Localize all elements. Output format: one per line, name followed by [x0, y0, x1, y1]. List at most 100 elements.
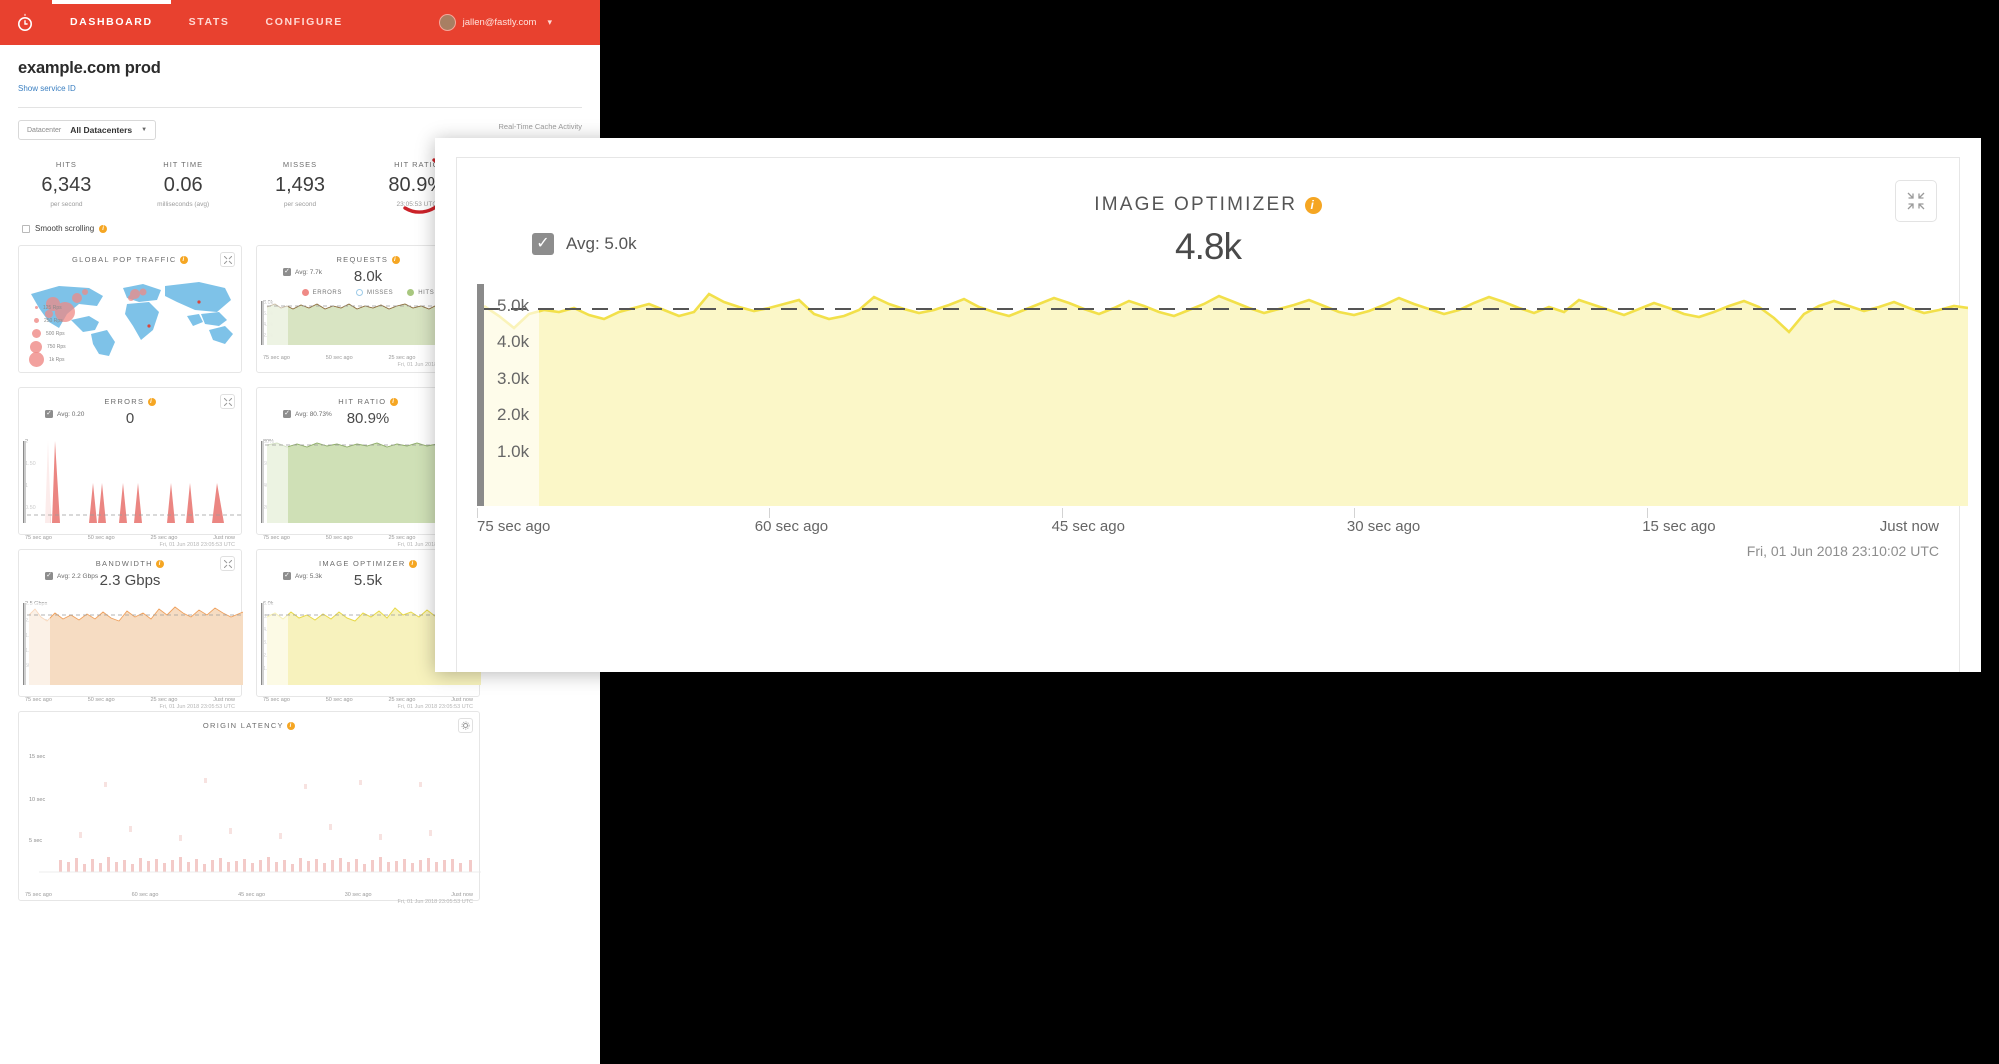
- info-icon[interactable]: i: [392, 256, 400, 264]
- card-title-text: ERRORS: [104, 397, 144, 406]
- stat-value: 6,343: [8, 174, 125, 197]
- expand-icon[interactable]: [220, 252, 235, 267]
- avg-label: Avg: 5.0k: [566, 234, 637, 254]
- nav-items: DASHBOARD STATS CONFIGURE: [52, 0, 361, 45]
- y-tick-label: 2.0k: [497, 405, 529, 425]
- stat-value: 1,493: [242, 174, 359, 197]
- card-errors: ERRORS i ✓ Avg: 0.20 0 2 1.50 1 0.50: [18, 387, 242, 535]
- modal-x-axis: 75 sec ago 60 sec ago 45 sec ago 30 sec …: [477, 518, 1939, 558]
- user-menu[interactable]: jallen@fastly.com ▾: [439, 0, 552, 45]
- stat-unit: per second: [242, 201, 359, 208]
- nav-item-configure[interactable]: CONFIGURE: [248, 0, 361, 45]
- chevron-down-icon[interactable]: ▼: [141, 127, 147, 133]
- datacenter-label: Datacenter: [27, 127, 61, 134]
- avg-checkbox[interactable]: ✓: [283, 410, 291, 418]
- info-icon[interactable]: i: [390, 398, 398, 406]
- stat-value: 0.06: [125, 174, 242, 197]
- stat-misses: MISSES 1,493 per second: [242, 160, 359, 208]
- datacenter-value: All Datacenters: [70, 125, 132, 135]
- avg-toggle[interactable]: ✓ Avg: 2.2 Gbps: [45, 572, 98, 580]
- top-navigation-bar: DASHBOARD STATS CONFIGURE jallen@fastly.…: [0, 0, 600, 45]
- info-icon[interactable]: i: [99, 225, 107, 233]
- service-header: example.com prod Show service ID: [0, 45, 600, 108]
- avg-toggle[interactable]: ✓ Avg: 5.3k: [283, 572, 322, 580]
- stat-label: HITS: [8, 160, 125, 169]
- chart-timestamp: Fri, 01 Jun 2018 23:05:53 UTC: [19, 541, 241, 548]
- page-title: example.com prod: [18, 59, 582, 78]
- screen: DASHBOARD STATS CONFIGURE jallen@fastly.…: [0, 0, 1999, 1064]
- modal-title-text: IMAGE OPTIMIZER: [1094, 194, 1297, 215]
- errors-chart: 2 1.50 1 0.50: [19, 441, 241, 533]
- chevron-down-icon[interactable]: ▾: [547, 17, 552, 28]
- card-title: ERRORS i: [19, 397, 241, 406]
- chart-timestamp: Fri, 01 Jun 2018 23:05:53 UTC: [19, 898, 479, 905]
- gear-icon[interactable]: [458, 718, 473, 733]
- x-axis: 75 sec ago 50 sec ago 25 sec ago Just no…: [19, 533, 241, 541]
- info-icon[interactable]: i: [148, 398, 156, 406]
- filter-row: Datacenter All Datacenters ▼ Real-Time C…: [0, 108, 600, 140]
- info-icon[interactable]: i: [156, 560, 164, 568]
- x-tick-label: 15 sec ago: [1642, 518, 1715, 535]
- card-title-text: GLOBAL POP TRAFFIC: [72, 255, 177, 264]
- modal-avg-toggle[interactable]: ✓ Avg: 5.0k: [532, 233, 637, 255]
- modal-chart: 5.0k 4.0k 3.0k 2.0k 1.0k: [477, 284, 1959, 506]
- legend-item: 500 Rps: [29, 327, 66, 340]
- avg-label: Avg: 80.73%: [295, 411, 332, 418]
- y-tick-label: 3.0k: [497, 369, 529, 389]
- card-title-text: ORIGIN LATENCY: [203, 721, 284, 730]
- avg-toggle[interactable]: ✓ Avg: 7.7k: [283, 268, 322, 276]
- info-icon[interactable]: i: [409, 560, 417, 568]
- legend-item-errors: ERRORS: [302, 289, 342, 296]
- x-tick-label: Just now: [1880, 518, 1939, 535]
- chart-left-bar: [477, 284, 484, 506]
- nav-item-dashboard[interactable]: DASHBOARD: [52, 0, 171, 45]
- avg-label: Avg: 5.3k: [295, 573, 322, 580]
- avg-checkbox[interactable]: ✓: [283, 572, 291, 580]
- x-tick-label: 45 sec ago: [1052, 518, 1125, 535]
- x-axis: 75 sec ago 50 sec ago 25 sec ago Just no…: [19, 695, 241, 703]
- image-optimizer-area-chart: [484, 284, 1968, 506]
- info-icon[interactable]: i: [287, 722, 295, 730]
- show-service-id-link[interactable]: Show service ID: [18, 84, 76, 93]
- card-title-text: IMAGE OPTIMIZER: [319, 559, 406, 568]
- smooth-scrolling-checkbox[interactable]: [22, 225, 30, 233]
- avg-checkbox[interactable]: ✓: [532, 233, 554, 255]
- avg-toggle[interactable]: ✓ Avg: 80.73%: [283, 410, 332, 418]
- modal-title: IMAGE OPTIMIZER i: [457, 194, 1959, 216]
- legend-item-misses: MISSES: [356, 289, 393, 296]
- stat-unit: per second: [8, 201, 125, 208]
- stat-hits: HITS 6,343 per second: [8, 160, 125, 208]
- card-origin-latency: ORIGIN LATENCY i 15 sec 10 sec 5 sec: [18, 711, 480, 901]
- chart-timestamp: Fri, 01 Jun 2018 23:05:53 UTC: [257, 703, 479, 710]
- avg-checkbox[interactable]: ✓: [45, 410, 53, 418]
- card-title-text: BANDWIDTH: [96, 559, 153, 568]
- modal-timestamp: Fri, 01 Jun 2018 23:10:02 UTC: [1747, 543, 1939, 559]
- avg-checkbox[interactable]: ✓: [45, 572, 53, 580]
- section-label-realtime-cache-activity: Real-Time Cache Activity: [499, 122, 583, 131]
- stat-label: HIT TIME: [125, 160, 242, 169]
- expand-icon[interactable]: [220, 394, 235, 409]
- card-global-pop-traffic: GLOBAL POP TRAFFIC i: [18, 245, 242, 373]
- expand-icon[interactable]: [220, 556, 235, 571]
- legend-item: 750 Rps: [29, 340, 66, 353]
- y-tick-label: 1.0k: [497, 442, 529, 462]
- card-title: ORIGIN LATENCY i: [19, 721, 479, 730]
- datacenter-select[interactable]: Datacenter All Datacenters ▼: [18, 120, 156, 140]
- x-axis: 75 sec ago 50 sec ago 25 sec ago Just no…: [257, 695, 479, 703]
- nav-item-stats[interactable]: STATS: [171, 0, 248, 45]
- y-tick-label: 5.0k: [497, 296, 529, 316]
- bandwidth-chart: 2.5 Gbps 2.0 Gbps 1.5 Gbps 1.0 Gbps 500.…: [19, 603, 241, 695]
- x-tick-label: 60 sec ago: [755, 518, 828, 535]
- modal-inner-panel: IMAGE OPTIMIZER i 4.8k ✓ Avg: 5.0k 5.0k: [456, 157, 1960, 672]
- avg-checkbox[interactable]: ✓: [283, 268, 291, 276]
- user-email: jallen@fastly.com: [463, 17, 537, 28]
- x-tick-label: 30 sec ago: [1347, 518, 1420, 535]
- info-icon[interactable]: i: [1305, 197, 1322, 214]
- avg-toggle[interactable]: ✓ Avg: 0.20: [45, 410, 84, 418]
- origin-latency-chart: 15 sec 10 sec 5 sec: [19, 740, 479, 890]
- collapse-icon[interactable]: [1895, 180, 1937, 222]
- info-icon[interactable]: i: [180, 256, 188, 264]
- card-title: BANDWIDTH i: [19, 559, 241, 568]
- fastly-logo-icon[interactable]: [14, 11, 36, 35]
- smooth-scrolling-label: Smooth scrolling: [35, 224, 94, 233]
